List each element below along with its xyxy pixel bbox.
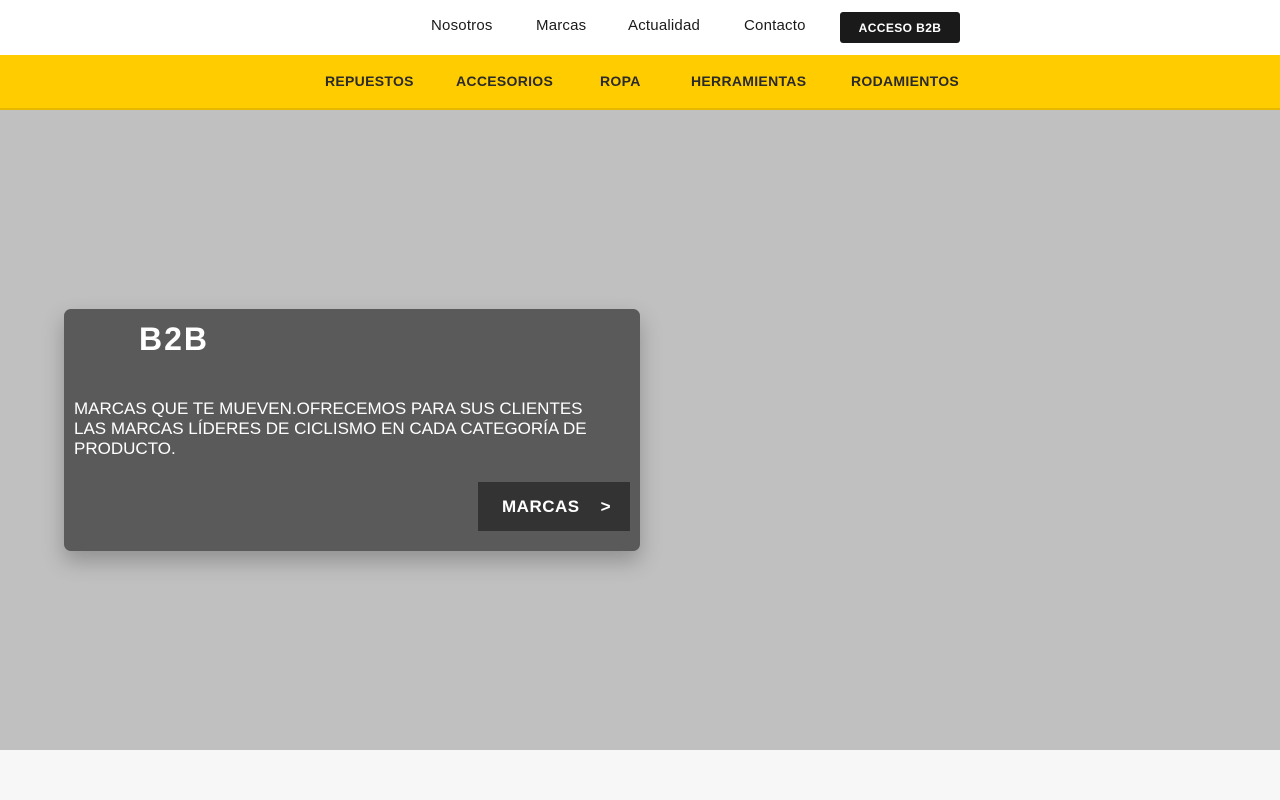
marcas-button-label: MARCAS	[502, 496, 580, 516]
marcas-button[interactable]: MARCAS >	[478, 482, 630, 531]
arrow-right-icon: >	[600, 496, 612, 516]
category-link-ropa[interactable]: ROPA	[600, 73, 641, 89]
category-link-herramientas[interactable]: HERRAMIENTAS	[691, 73, 806, 89]
acceso-b2b-button[interactable]: ACCESO B2B	[840, 12, 960, 43]
category-link-accesorios[interactable]: ACCESORIOS	[456, 73, 553, 89]
top-navigation: Nosotros Marcas Actualidad Contacto ACCE…	[0, 0, 1280, 55]
nav-link-nosotros[interactable]: Nosotros	[431, 17, 493, 34]
page-bottom-section	[0, 750, 1280, 800]
category-navigation: REPUESTOS ACCESORIOS ROPA HERRAMIENTAS R…	[0, 55, 1280, 110]
category-link-repuestos[interactable]: REPUESTOS	[325, 73, 414, 89]
nav-link-marcas[interactable]: Marcas	[536, 17, 586, 34]
hero-card-text: MARCAS QUE TE MUEVEN.OFRECEMOS PARA SUS …	[74, 399, 587, 458]
nav-link-actualidad[interactable]: Actualidad	[628, 17, 700, 34]
hero-card-title: B2B	[139, 321, 210, 357]
hero-banner: B2B MARCAS QUE TE MUEVEN.OFRECEMOS PARA …	[0, 110, 1280, 750]
category-link-rodamientos[interactable]: RODAMIENTOS	[851, 73, 959, 89]
nav-link-contacto[interactable]: Contacto	[744, 17, 806, 34]
hero-card: B2B MARCAS QUE TE MUEVEN.OFRECEMOS PARA …	[64, 309, 640, 551]
